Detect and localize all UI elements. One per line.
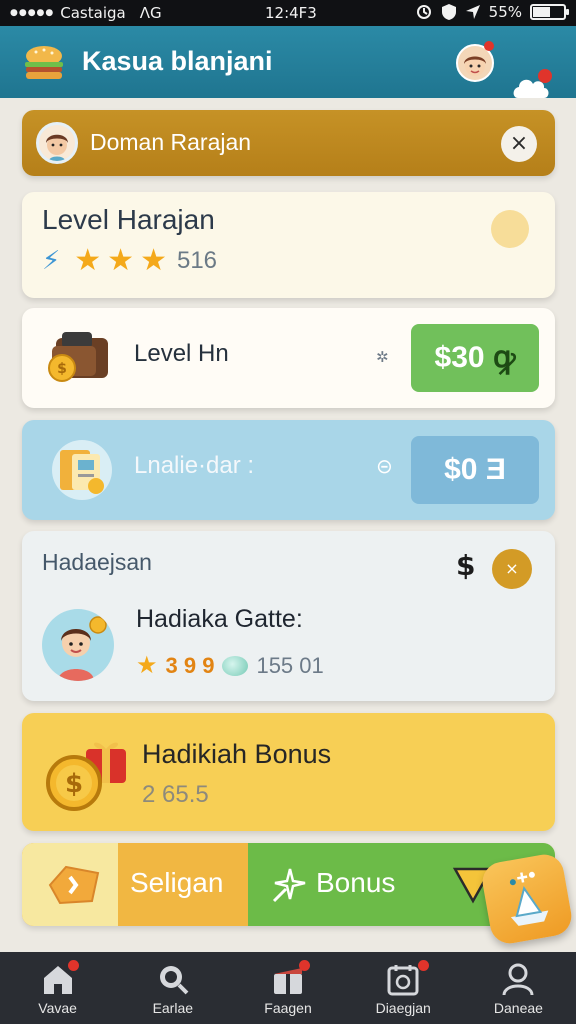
offer-label: Lnalie·dar :: [134, 452, 255, 479]
reward-stats: ★ 3 9 9 155 01: [136, 651, 324, 681]
nav-label: Diaegjan: [375, 1000, 431, 1016]
wallet-icon: $: [48, 332, 108, 382]
reward-heading: Hadaejsan: [42, 549, 152, 575]
seligan-label: Seligan: [130, 867, 224, 898]
avatar-face-icon: [464, 56, 486, 76]
level-badge: [491, 210, 529, 248]
gem-icon: [222, 656, 249, 676]
star-icon: ★: [107, 243, 135, 278]
battery-fill: [533, 7, 550, 17]
rating-value: 516: [176, 247, 218, 274]
avatar-badge: [484, 41, 494, 51]
nav-item-profile[interactable]: Daneae: [461, 952, 576, 1024]
price-value: $0: [444, 453, 478, 486]
price-glyph: ꝙ: [492, 341, 516, 374]
bottom-nav: Vavae Earlae Faagen Diaegjan Daneae: [0, 952, 576, 1024]
bonus-value: 2 65.5: [142, 781, 209, 808]
offer-card[interactable]: Lnalie·dar : ⊝ $0 Ǝ: [22, 420, 555, 520]
location-icon: [465, 5, 480, 19]
nav-item-home[interactable]: Vavae: [0, 952, 115, 1024]
nav-label: Faagen: [264, 1000, 312, 1016]
nav-item-gift[interactable]: Faagen: [230, 952, 345, 1024]
reward-title: Hadiaka Gatte:: [136, 605, 303, 633]
star-icon: ★: [74, 243, 102, 278]
level-title: Level Harajan: [42, 204, 215, 235]
reward-avatar: [42, 609, 114, 681]
svg-text:$: $: [65, 769, 83, 799]
shield-icon: [441, 4, 456, 20]
notification-cloud-icon[interactable]: [512, 68, 554, 104]
carrier-name: Castaiga: [60, 4, 126, 22]
price-button[interactable]: $0 Ǝ: [411, 436, 539, 504]
status-time: 12:4F3: [265, 4, 317, 22]
battery-icon: [530, 4, 569, 20]
welcome-banner[interactable]: Doman Rarajan ×: [22, 110, 555, 176]
close-icon[interactable]: ×: [501, 126, 537, 162]
bonus-card[interactable]: $ Hadikiah Bonus 2 65.5: [22, 713, 555, 831]
calendar-icon: [387, 965, 419, 996]
level-card[interactable]: Level Harajan ⚡ ★ ★ ★ 516: [22, 192, 555, 298]
banner-text: Doman Rarajan: [90, 129, 252, 155]
magic-wand-icon: [272, 868, 306, 903]
status-right: 55%: [415, 3, 569, 21]
star-icon: ★: [140, 243, 167, 278]
reward-gems: 155 01: [256, 653, 324, 678]
burger-logo-icon: [25, 46, 63, 79]
lightning-icon: ⚡: [42, 246, 61, 276]
battery-percent: 55%: [488, 3, 522, 21]
price-button[interactable]: $30 ꝙ: [411, 324, 539, 392]
reward-close-button[interactable]: ×: [492, 549, 532, 589]
reward-score: 3 9 9: [165, 653, 215, 678]
profile-icon: [502, 963, 534, 996]
seligan-button[interactable]: Seligan: [22, 843, 248, 926]
bonus-title: Hadikiah Bonus: [142, 739, 332, 769]
nav-badge: [299, 960, 311, 971]
documents-icon: [52, 440, 112, 500]
offer-card[interactable]: $ Level Hn ✲ $30 ꝙ: [22, 308, 555, 408]
alarm-icon: [416, 5, 431, 19]
nav-item-calendar[interactable]: Diaegjan: [346, 952, 461, 1024]
celebration-fab[interactable]: [479, 851, 575, 947]
offer-label: Level Hn: [134, 340, 229, 367]
price-value: $30: [434, 341, 485, 374]
party-icon: [509, 871, 549, 926]
signal-icon: ●●●●●: [10, 8, 55, 18]
app-title: Kasua blanjani: [82, 46, 273, 76]
status-left: ●●●●● Castaiga ΛG: [10, 4, 210, 22]
nav-badge: [68, 960, 79, 971]
star-icon: ★: [136, 652, 158, 679]
search-icon: [159, 966, 189, 995]
nav-label: Earlae: [152, 1000, 194, 1016]
currency-icon: $: [456, 549, 476, 582]
app-header: Kasua blanjani: [0, 26, 576, 98]
sparkle-marker: ✲: [376, 348, 389, 366]
banner-avatar: [36, 122, 78, 164]
reward-card[interactable]: Hadaejsan $ × Hadiaka Gatte: ★ 3 9 9 155…: [22, 531, 555, 701]
nav-item-search[interactable]: Earlae: [115, 952, 230, 1024]
network-type: ΛG: [139, 4, 162, 22]
gift-coin-icon: $: [46, 742, 126, 811]
status-bar: ●●●●● Castaiga ΛG 12:4F3 55%: [0, 0, 576, 26]
level-rating: ⚡ ★ ★ ★ 516: [42, 243, 218, 278]
action-bar: Seligan Bonus: [22, 843, 555, 926]
nav-label: Daneae: [493, 1000, 543, 1016]
bonus-label: Bonus: [316, 867, 396, 898]
refresh-marker: ⊝: [376, 454, 393, 478]
nav-badge: [417, 960, 429, 971]
person-icon: [46, 134, 68, 161]
girl-with-coin-icon: [58, 616, 107, 681]
nav-label: Vavae: [38, 1000, 77, 1016]
price-glyph: Ǝ: [485, 453, 506, 486]
tag-icon: [48, 865, 100, 905]
svg-text:$: $: [57, 361, 67, 377]
